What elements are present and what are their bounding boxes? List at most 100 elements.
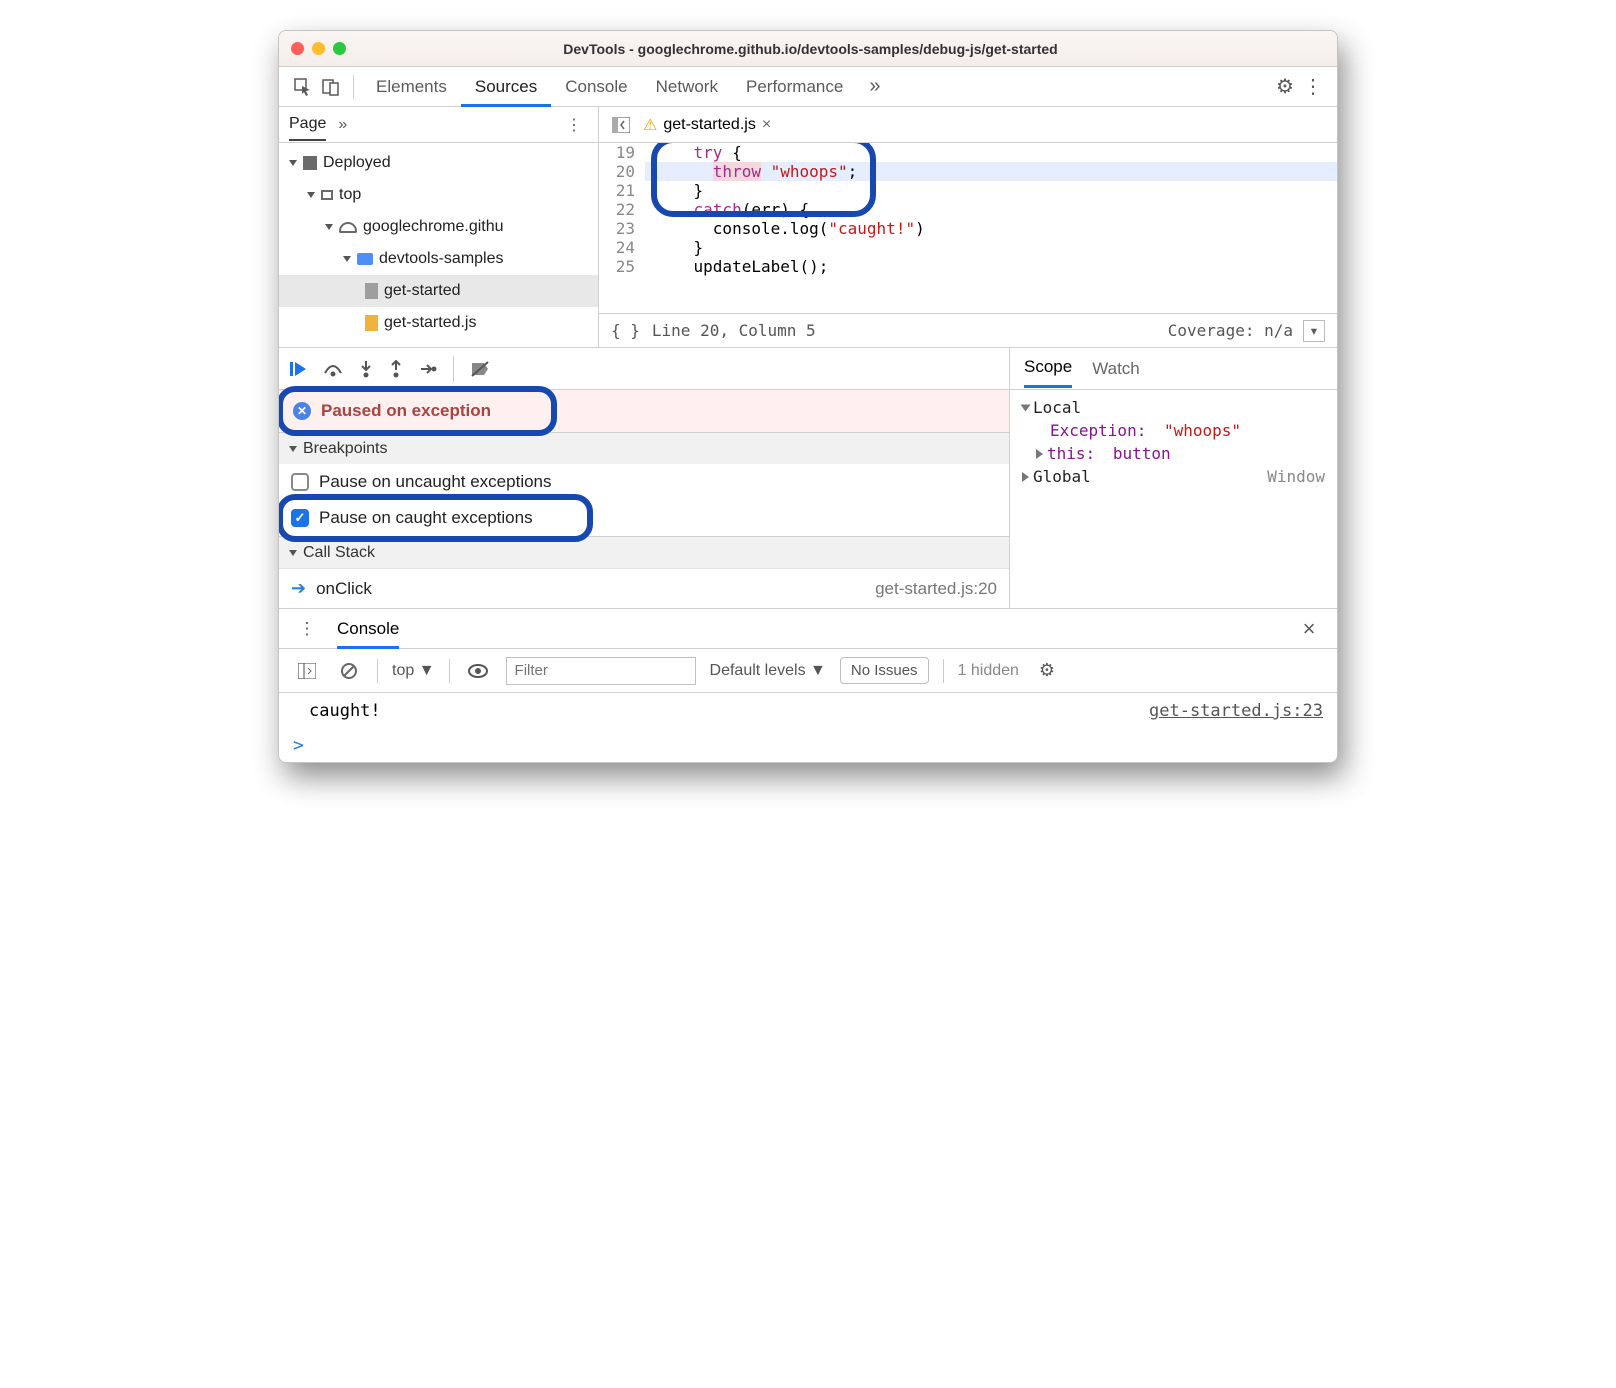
console-drawer-tabs: ⋮ Console × <box>279 609 1337 649</box>
step-out-icon[interactable] <box>389 360 403 378</box>
paused-status: ✕ Paused on exception <box>279 390 1009 432</box>
tree-file-html[interactable]: get-started <box>279 275 598 307</box>
braces-icon[interactable]: { } <box>611 321 640 340</box>
tree-top[interactable]: top <box>279 179 598 211</box>
tab-performance[interactable]: Performance <box>732 67 857 107</box>
paused-label: Paused on exception <box>321 401 491 421</box>
live-expression-icon[interactable] <box>464 657 492 685</box>
code-editor: 19 try { 20 throw "whoops"; 21 } 22 catc… <box>599 143 1337 347</box>
debugger-toolbar <box>279 348 1009 390</box>
toggle-navigator-icon[interactable] <box>607 111 635 139</box>
line-number[interactable]: 20 <box>599 162 645 181</box>
settings-gear-icon[interactable]: ⚙ <box>1271 73 1299 101</box>
tree-host[interactable]: googlechrome.githu <box>279 211 598 243</box>
step-over-icon[interactable] <box>323 361 343 377</box>
resume-icon[interactable] <box>289 360 307 378</box>
deactivate-breakpoints-icon[interactable] <box>470 360 490 378</box>
stack-frame[interactable]: ➔ onClick get-started.js:20 <box>279 568 1009 608</box>
tab-elements[interactable]: Elements <box>362 67 461 107</box>
scope-local[interactable]: Local <box>1014 396 1333 419</box>
breakpoints-header[interactable]: Breakpoints <box>279 432 1009 464</box>
maximize-window-icon[interactable] <box>333 42 346 55</box>
stack-location: get-started.js:20 <box>875 579 997 599</box>
coverage-dropdown-icon[interactable]: ▾ <box>1303 320 1325 342</box>
device-toolbar-icon[interactable] <box>317 73 345 101</box>
file-tree: Deployed top googlechrome.githu devtools… <box>279 143 599 347</box>
pause-uncaught-label: Pause on uncaught exceptions <box>319 472 552 492</box>
window-controls <box>291 42 346 55</box>
line-number[interactable]: 21 <box>599 181 645 200</box>
navigator-header: Page » ⋮ <box>279 107 599 142</box>
line-number[interactable]: 23 <box>599 219 645 238</box>
step-into-icon[interactable] <box>359 360 373 378</box>
checkbox-uncaught[interactable] <box>291 473 309 491</box>
checkbox-caught[interactable]: ✓ <box>291 509 309 527</box>
current-frame-icon: ➔ <box>291 578 306 599</box>
pause-uncaught-row[interactable]: Pause on uncaught exceptions <box>279 464 1009 500</box>
log-levels-selector[interactable]: Default levels ▼ <box>710 662 826 680</box>
scope-this[interactable]: this: button <box>1014 442 1333 465</box>
line-number[interactable]: 19 <box>599 143 645 162</box>
file-tab-get-started-js[interactable]: ⚠ get-started.js × <box>635 111 779 139</box>
line-number[interactable]: 24 <box>599 238 645 257</box>
tree-folder[interactable]: devtools-samples <box>279 243 598 275</box>
tab-console[interactable]: Console <box>551 67 641 107</box>
pause-caught-label: Pause on caught exceptions <box>319 508 533 528</box>
close-tab-icon[interactable]: × <box>762 116 771 134</box>
close-drawer-icon[interactable]: × <box>1295 615 1323 643</box>
expand-icon <box>1036 449 1043 459</box>
console-settings-icon[interactable]: ⚙ <box>1033 657 1061 685</box>
tree-file-js[interactable]: get-started.js <box>279 307 598 339</box>
tab-network[interactable]: Network <box>642 67 732 107</box>
close-window-icon[interactable] <box>291 42 304 55</box>
minimize-window-icon[interactable] <box>312 42 325 55</box>
scope-pane: Scope Watch Local Exception: "whoops" th… <box>1009 348 1337 608</box>
expand-icon <box>1022 472 1029 482</box>
more-menu-icon[interactable]: ⋮ <box>1299 73 1327 101</box>
drawer-menu-icon[interactable]: ⋮ <box>293 615 321 643</box>
cursor-position: Line 20, Column 5 <box>652 321 816 340</box>
hidden-count: 1 hidden <box>958 662 1019 680</box>
debugger-left: ✕ Paused on exception Breakpoints Pause … <box>279 348 1009 608</box>
navigator-menu-icon[interactable]: ⋮ <box>560 111 588 139</box>
tree-deployed[interactable]: Deployed <box>279 147 598 179</box>
coverage-label: Coverage: n/a <box>1168 321 1293 340</box>
cube-icon <box>303 156 317 170</box>
tab-sources[interactable]: Sources <box>461 67 551 107</box>
more-tabs-icon[interactable]: » <box>869 75 880 98</box>
console-message-location[interactable]: get-started.js:23 <box>1149 701 1323 721</box>
scope-tabs: Scope Watch <box>1010 348 1337 390</box>
scope-exception[interactable]: Exception: "whoops" <box>1014 419 1333 442</box>
console-message[interactable]: caught! get-started.js:23 <box>279 693 1337 729</box>
sources-main: Deployed top googlechrome.githu devtools… <box>279 143 1337 348</box>
scope-tab[interactable]: Scope <box>1024 357 1072 388</box>
console-sidebar-icon[interactable] <box>293 657 321 685</box>
scope-global[interactable]: GlobalWindow <box>1014 465 1333 488</box>
pause-caught-row[interactable]: ✓ Pause on caught exceptions <box>279 500 1009 536</box>
callstack-header[interactable]: Call Stack <box>279 536 1009 568</box>
issues-button[interactable]: No Issues <box>840 657 929 684</box>
warning-icon: ⚠ <box>643 115 657 135</box>
navigator-more-icon[interactable]: » <box>338 116 347 134</box>
file-tab-label: get-started.js <box>663 116 755 134</box>
editor-status: { } Line 20, Column 5 Coverage: n/a ▾ <box>599 313 1337 347</box>
line-number[interactable]: 25 <box>599 257 645 276</box>
clear-console-icon[interactable] <box>335 657 363 685</box>
titlebar: DevTools - googlechrome.github.io/devtoo… <box>279 31 1337 67</box>
console-prompt[interactable]: > <box>279 729 1337 762</box>
console-filter-input[interactable] <box>506 657 696 685</box>
page-tab[interactable]: Page <box>289 115 326 141</box>
folder-icon <box>357 253 373 265</box>
editor-tabs: ⚠ get-started.js × <box>599 107 1337 142</box>
console-drawer-tab[interactable]: Console <box>337 609 399 649</box>
error-circle-icon: ✕ <box>293 402 311 420</box>
code-area[interactable]: 19 try { 20 throw "whoops"; 21 } 22 catc… <box>599 143 1337 313</box>
sources-subheader: Page » ⋮ ⚠ get-started.js × <box>279 107 1337 143</box>
step-icon[interactable] <box>419 362 437 376</box>
context-selector[interactable]: top ▼ <box>392 662 435 680</box>
inspect-element-icon[interactable] <box>289 73 317 101</box>
watch-tab[interactable]: Watch <box>1092 359 1140 379</box>
line-number[interactable]: 22 <box>599 200 645 219</box>
file-icon <box>365 283 378 299</box>
js-file-icon <box>365 315 378 331</box>
